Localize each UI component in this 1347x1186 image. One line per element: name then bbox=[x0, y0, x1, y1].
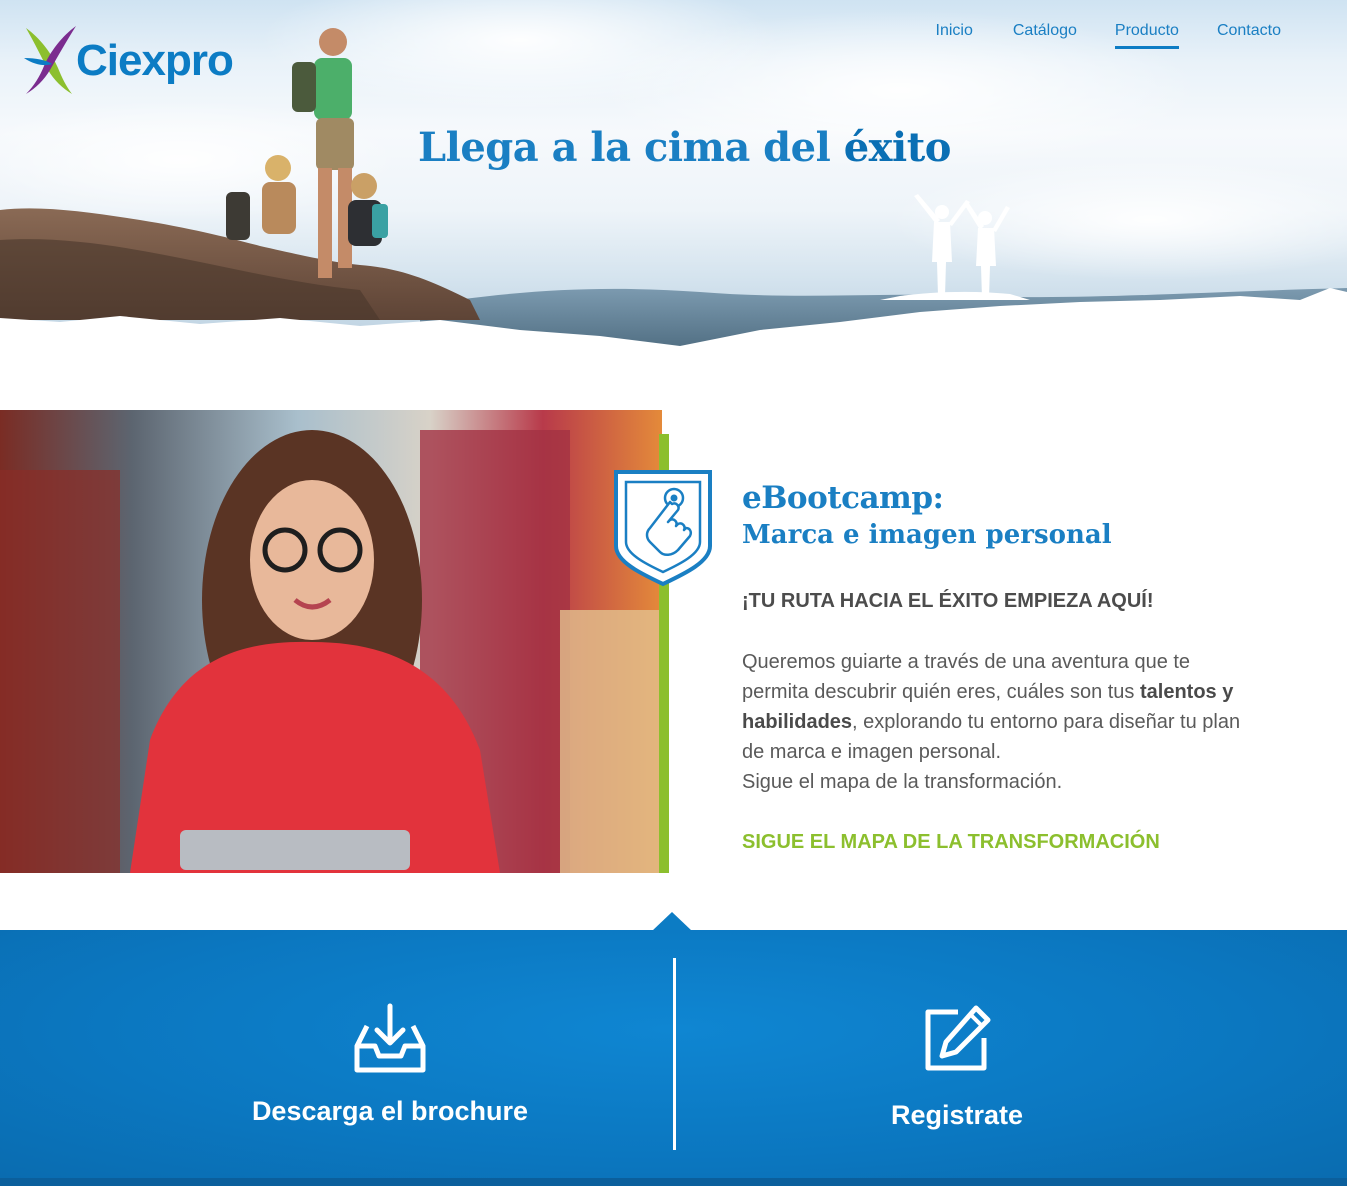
brand-name: Ciexpro bbox=[76, 36, 234, 85]
nav-item-producto[interactable]: Producto bbox=[1114, 20, 1179, 49]
student-with-tablet-image bbox=[0, 410, 662, 873]
brand-logo[interactable]: Ciexpro bbox=[22, 24, 234, 96]
product-title: eBootcamp: bbox=[742, 480, 944, 516]
action-footer: Descarga el brochure Registrate bbox=[0, 930, 1347, 1186]
register-button[interactable]: Registrate bbox=[770, 930, 1144, 1186]
main-nav: Inicio Catálogo Producto Contacto bbox=[936, 20, 1281, 49]
hero-title-regular: Llega a la cima del bbox=[418, 124, 844, 171]
product-description: Queremos guiarte a través de una aventur… bbox=[742, 647, 1242, 797]
hero-banner: Ciexpro Inicio Catálogo Producto Contact… bbox=[0, 0, 1347, 350]
hero-title: Llega a la cima del éxito bbox=[418, 124, 951, 171]
footer-divider bbox=[673, 958, 676, 1150]
description-part3: Sigue el mapa de la transformación. bbox=[742, 771, 1063, 793]
nav-item-contacto[interactable]: Contacto bbox=[1217, 20, 1281, 49]
touch-hand-icon bbox=[614, 470, 712, 587]
download-label: Descarga el brochure bbox=[251, 1096, 529, 1126]
hero-title-bold: éxito bbox=[843, 124, 952, 171]
edit-icon bbox=[925, 1005, 991, 1071]
download-tray-icon bbox=[354, 1003, 426, 1073]
product-subtitle: Marca e imagen personal bbox=[742, 520, 1112, 550]
download-brochure-button[interactable]: Descarga el brochure bbox=[200, 930, 580, 1186]
section-notch bbox=[652, 912, 692, 931]
logo-x-mark-icon bbox=[24, 26, 76, 94]
product-photo bbox=[0, 410, 662, 873]
description-part1: Queremos guiarte a través de una aventur… bbox=[742, 651, 1191, 703]
register-label: Registrate bbox=[890, 1100, 1024, 1130]
product-headline: ¡TU RUTA HACIA EL ÉXITO EMPIEZA AQUÍ! bbox=[742, 590, 1154, 612]
transformation-map-link[interactable]: SIGUE EL MAPA DE LA TRANSFORMACIÓN bbox=[742, 831, 1262, 854]
product-content: eBootcamp: Marca e imagen personal ¡TU R… bbox=[742, 478, 1262, 854]
nav-item-inicio[interactable]: Inicio bbox=[936, 20, 973, 49]
nav-item-catalogo[interactable]: Catálogo bbox=[1013, 20, 1077, 49]
